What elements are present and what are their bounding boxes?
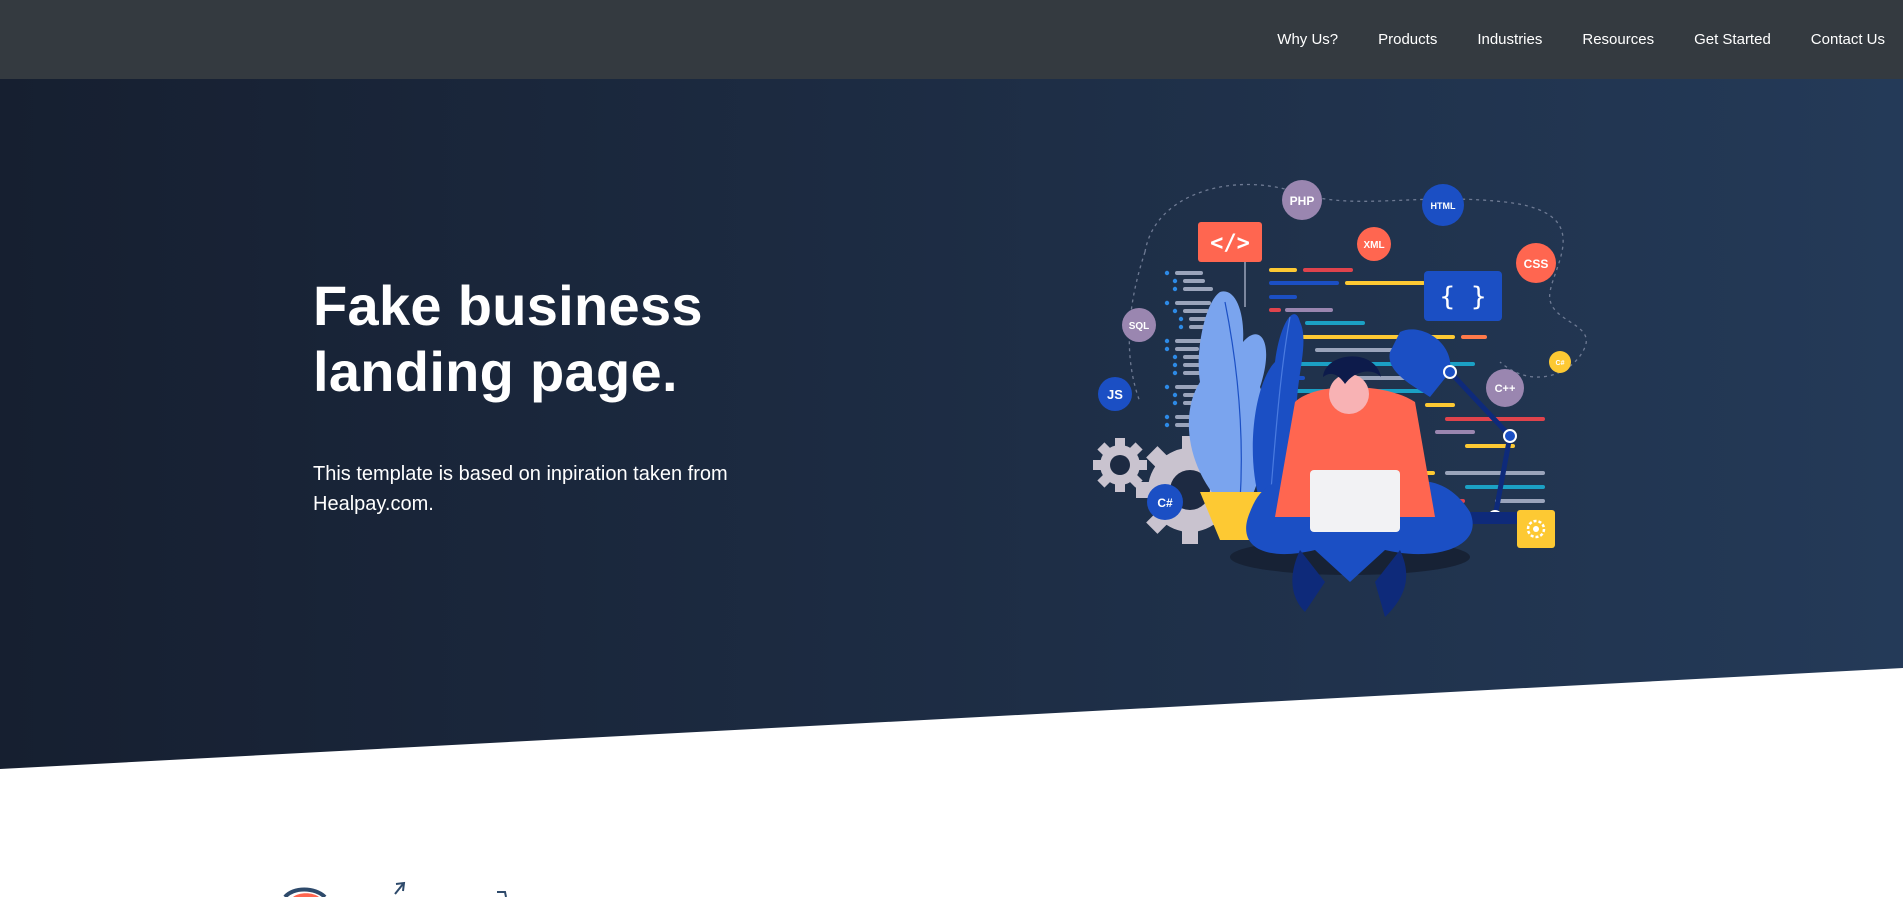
nav-item-why-us: Why Us? [1277, 31, 1338, 49]
cpp-label: C++ [1495, 383, 1516, 395]
braces-badge: { } [1424, 271, 1502, 321]
nav-item-contact-us: Contact Us [1811, 31, 1885, 49]
xml-label: XML [1363, 240, 1384, 251]
js-badge: JS [1098, 377, 1132, 411]
top-navbar: Why Us? Products Industries Resources Ge… [0, 0, 1903, 79]
html-badge: HTML [1422, 184, 1464, 226]
developer-illustration: </> { } PHP HTML CSS XML SQL JS C++ C# C… [1093, 180, 1587, 617]
nav-item-resources: Resources [1582, 31, 1654, 49]
csharp-small-badge: C# [1549, 351, 1571, 373]
small-gear-icon [1093, 438, 1147, 492]
nav-link-why-us[interactable]: Why Us? [1277, 31, 1338, 48]
feature-icon-arrow-2 [497, 891, 507, 897]
cpp-badge: C++ [1486, 369, 1524, 407]
nav-menu: Why Us? Products Industries Resources Ge… [1237, 0, 1885, 79]
settings-box-icon [1517, 510, 1555, 548]
nav-item-get-started: Get Started [1694, 31, 1771, 49]
js-label: JS [1107, 387, 1123, 402]
nav-item-industries: Industries [1477, 31, 1542, 49]
hero-subtitle: This template is based on inpiration tak… [313, 463, 728, 515]
feature-icons-peek [283, 881, 507, 897]
hero-text: Fake business landing page. This templat… [313, 273, 783, 519]
braces-label: { } [1440, 282, 1487, 312]
php-badge: PHP [1282, 180, 1322, 220]
csharp-small-label: C# [1556, 360, 1565, 367]
hero-background [0, 79, 1903, 769]
hero-title: Fake business landing page. [313, 274, 703, 403]
xml-badge: XML [1357, 227, 1391, 261]
html-label: HTML [1431, 201, 1456, 211]
nav-item-products: Products [1378, 31, 1437, 49]
nav-link-industries[interactable]: Industries [1477, 31, 1542, 48]
sql-badge: SQL [1122, 308, 1156, 342]
php-label: PHP [1290, 194, 1315, 208]
nav-link-contact-us[interactable]: Contact Us [1811, 31, 1885, 48]
css-label: CSS [1524, 257, 1549, 271]
sql-label: SQL [1129, 321, 1150, 332]
csharp-badge: C# [1147, 484, 1183, 520]
nav-link-products[interactable]: Products [1378, 31, 1437, 48]
css-badge: CSS [1516, 243, 1556, 283]
csharp-label: C# [1157, 496, 1173, 510]
nav-link-resources[interactable]: Resources [1582, 31, 1654, 48]
nav-link-get-started[interactable]: Get Started [1694, 31, 1771, 48]
code-tag-label: </> [1210, 231, 1250, 256]
feature-icon-arrow [394, 881, 406, 895]
